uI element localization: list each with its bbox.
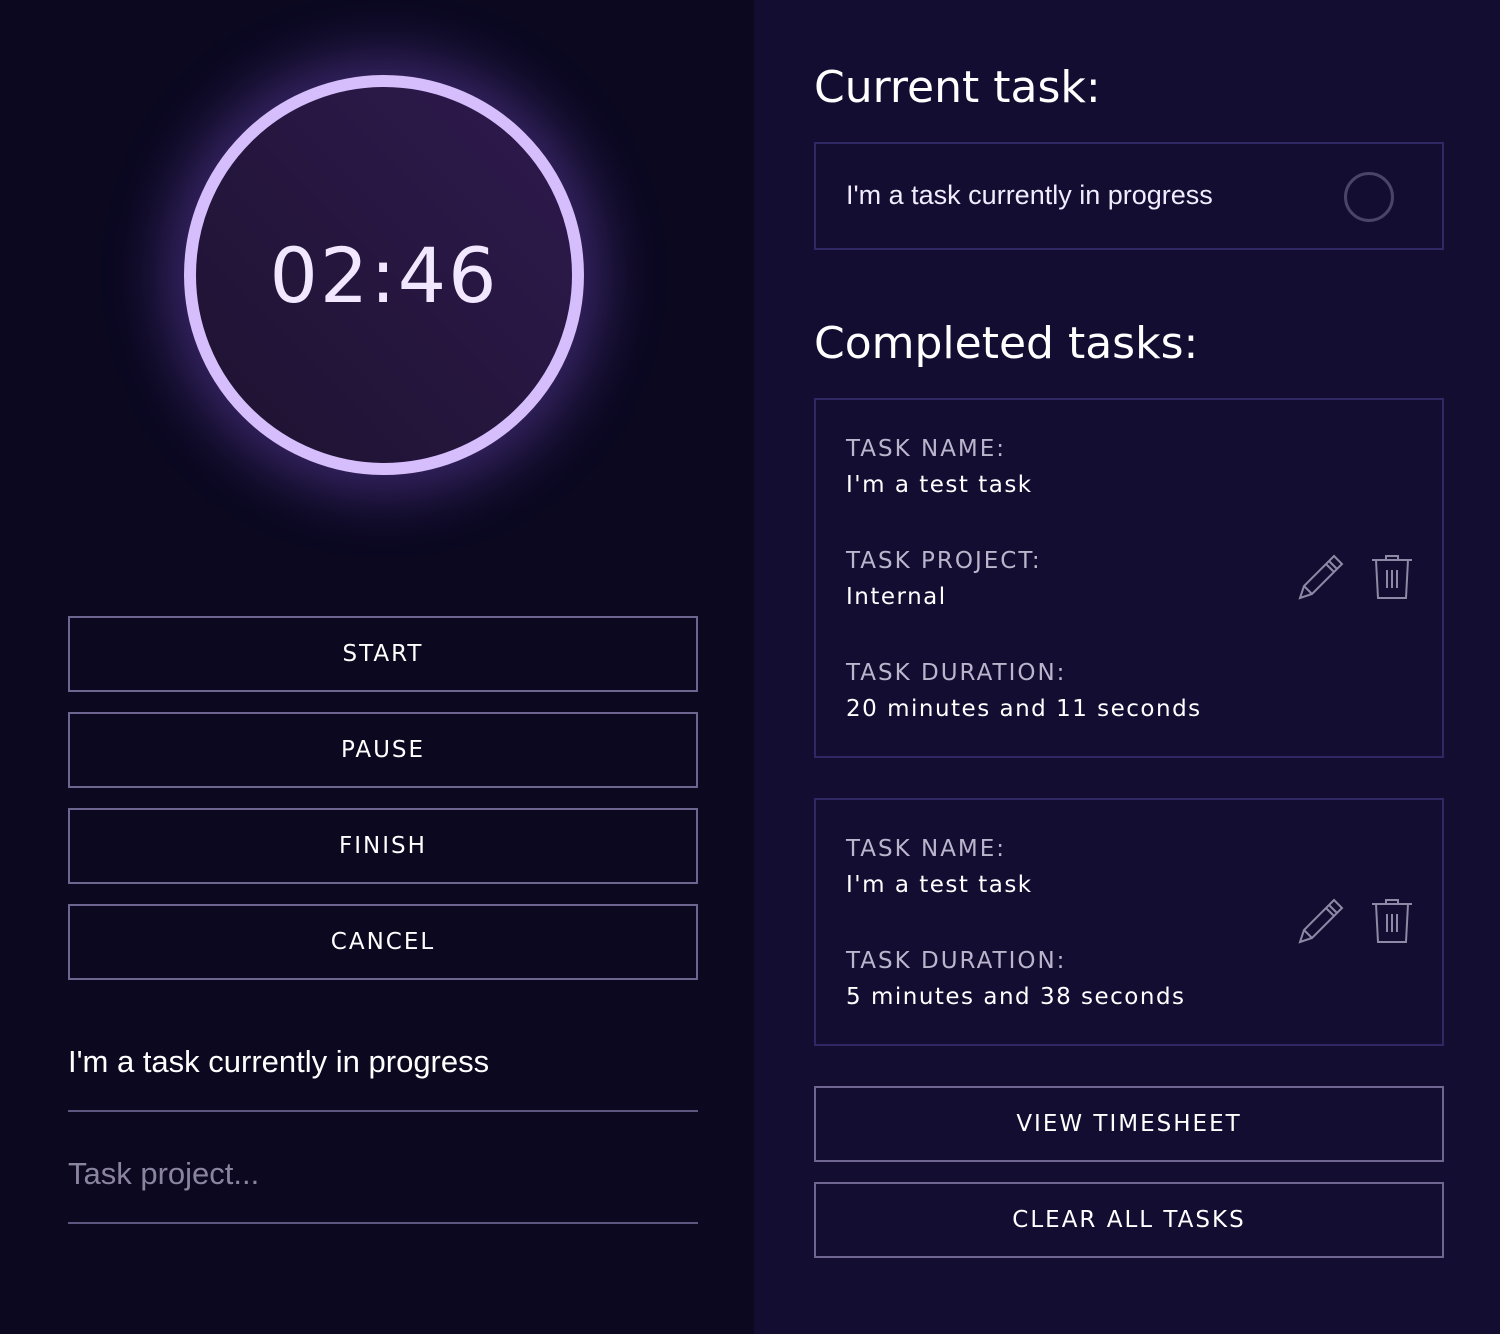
- tasks-panel: Current task: I'm a task currently in pr…: [754, 0, 1500, 1334]
- task-name: I'm a test task: [846, 472, 1033, 498]
- pencil-icon[interactable]: [1294, 552, 1346, 604]
- timer-panel: 02:46 START PAUSE FINISH CANCEL I'm a ta…: [0, 0, 754, 1334]
- completed-task-card: TASK NAME: I'm a test task TASK PROJECT:…: [814, 398, 1444, 758]
- timer-circle: 02:46: [184, 75, 584, 475]
- current-task-heading: Current task:: [814, 62, 1101, 113]
- clear-all-tasks-button[interactable]: CLEAR ALL TASKS: [814, 1182, 1444, 1258]
- start-button[interactable]: START: [68, 616, 698, 692]
- task-name: I'm a test task: [846, 872, 1033, 898]
- cancel-button[interactable]: CANCEL: [68, 904, 698, 980]
- task-name-label: TASK NAME:: [846, 836, 1007, 862]
- timer-display: 02:46: [269, 230, 499, 320]
- task-project: Internal: [846, 584, 947, 610]
- task-name-label: TASK NAME:: [846, 436, 1007, 462]
- spinner-icon: [1344, 172, 1394, 222]
- finish-button[interactable]: FINISH: [68, 808, 698, 884]
- task-duration: 5 minutes and 38 seconds: [846, 984, 1186, 1010]
- task-duration-label: TASK DURATION:: [846, 948, 1067, 974]
- current-task-text: I'm a task currently in progress: [846, 180, 1213, 210]
- task-project-input[interactable]: Task project...: [68, 1156, 698, 1224]
- completed-task-card: TASK NAME: I'm a test task TASK DURATION…: [814, 798, 1444, 1046]
- pencil-icon[interactable]: [1294, 896, 1346, 948]
- trash-icon[interactable]: [1366, 552, 1418, 604]
- view-timesheet-button[interactable]: VIEW TIMESHEET: [814, 1086, 1444, 1162]
- trash-icon[interactable]: [1366, 896, 1418, 948]
- pause-button[interactable]: PAUSE: [68, 712, 698, 788]
- task-duration: 20 minutes and 11 seconds: [846, 696, 1202, 722]
- completed-tasks-heading: Completed tasks:: [814, 318, 1199, 369]
- task-project-label: TASK PROJECT:: [846, 548, 1042, 574]
- task-duration-label: TASK DURATION:: [846, 660, 1067, 686]
- current-task-card: I'm a task currently in progress: [814, 142, 1444, 250]
- task-name-input[interactable]: I'm a task currently in progress: [68, 1044, 698, 1112]
